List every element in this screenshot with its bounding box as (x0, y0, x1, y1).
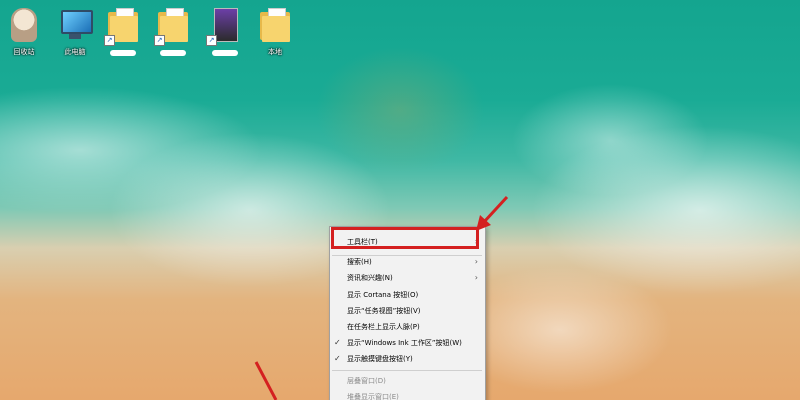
pointer-arrow-icon (254, 361, 278, 400)
annotation-arrows (254, 195, 509, 400)
pointer-arrow-icon (476, 195, 509, 231)
desktop-wallpaper: 回收站 此电脑 ↗ ↗ ↗ 本地 工具栏(T) › 搜索(H) › 资讯和兴趣(… (0, 0, 800, 400)
